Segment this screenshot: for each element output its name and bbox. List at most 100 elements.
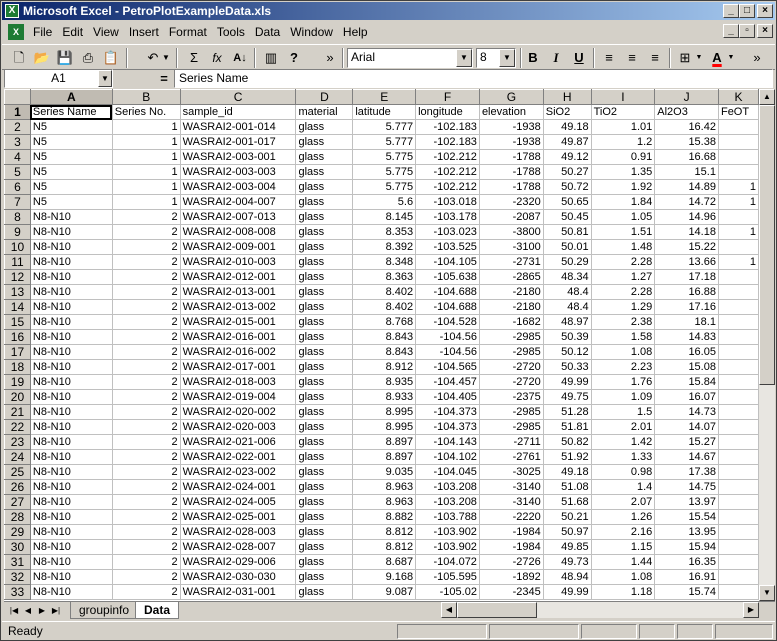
cell[interactable]: -105.02 (415, 584, 480, 600)
cell[interactable]: N8-N10 (29, 374, 113, 390)
cell[interactable]: 15.54 (654, 509, 719, 525)
cell[interactable]: WASRAI2-013-002 (179, 299, 297, 315)
cell[interactable]: glass (295, 224, 354, 240)
cell[interactable]: WASRAI2-003-004 (179, 179, 297, 195)
cell[interactable]: 13.66 (654, 254, 719, 270)
cell[interactable]: 1.44 (590, 554, 656, 570)
row-header[interactable]: 4 (4, 149, 31, 165)
cell[interactable]: 2 (111, 539, 181, 555)
cell[interactable]: -2720 (478, 359, 544, 375)
cell[interactable]: -103.018 (415, 194, 480, 210)
cell[interactable]: 15.84 (654, 374, 719, 390)
cell[interactable]: 16.88 (654, 284, 719, 300)
row-header[interactable]: 5 (4, 164, 31, 180)
cell[interactable]: 49.12 (542, 149, 592, 165)
print-icon[interactable]: ⎙ (77, 48, 99, 68)
vertical-scrollbar[interactable]: ▲ ▼ (759, 89, 775, 601)
cell[interactable] (717, 374, 759, 390)
undo-dropdown-icon[interactable]: ▼ (160, 48, 172, 68)
cell[interactable]: 48.34 (542, 269, 592, 285)
cell[interactable]: WASRAI2-012-001 (179, 269, 297, 285)
cell[interactable]: N5 (29, 119, 113, 135)
cell[interactable]: 49.18 (542, 119, 592, 135)
cell[interactable]: -104.102 (415, 449, 480, 465)
cell[interactable]: WASRAI2-024-005 (179, 494, 297, 510)
cell[interactable]: 8.897 (352, 434, 417, 450)
row-header[interactable]: 1 (4, 104, 31, 120)
cell[interactable] (717, 464, 759, 480)
cell[interactable]: WASRAI2-019-004 (179, 389, 297, 405)
cell[interactable]: 1 (717, 179, 759, 195)
cell[interactable]: 8.995 (352, 404, 417, 420)
cell[interactable]: 51.68 (542, 494, 592, 510)
cell[interactable]: N8-N10 (29, 329, 113, 345)
cell[interactable]: WASRAI2-016-002 (179, 344, 297, 360)
cell[interactable]: 8.812 (352, 539, 417, 555)
cell[interactable]: N5 (29, 194, 113, 210)
align-left-icon[interactable]: ≡ (598, 48, 620, 68)
prev-sheet-icon[interactable]: ◀ (21, 603, 35, 618)
row-header[interactable]: 13 (4, 284, 31, 300)
cell[interactable]: 1.05 (590, 209, 656, 225)
row-header[interactable]: 26 (4, 479, 31, 495)
cell[interactable]: 17.38 (654, 464, 719, 480)
cell[interactable]: 2 (111, 404, 181, 420)
cell[interactable]: 2 (111, 494, 181, 510)
cell[interactable]: 14.67 (654, 449, 719, 465)
cell[interactable]: N8-N10 (29, 344, 113, 360)
cell[interactable]: N8-N10 (29, 524, 113, 540)
cell[interactable]: 1.29 (590, 299, 656, 315)
cell[interactable]: 8.812 (352, 524, 417, 540)
cell[interactable]: 1.33 (590, 449, 656, 465)
cell[interactable]: 48.94 (542, 569, 592, 585)
cell[interactable]: TiO2 (590, 104, 656, 120)
cell[interactable]: 2 (111, 584, 181, 600)
row-header[interactable]: 15 (4, 314, 31, 330)
column-header-b[interactable]: B (111, 89, 181, 105)
doc-minimize-button[interactable]: _ (723, 24, 739, 38)
cell[interactable]: -102.183 (415, 119, 480, 135)
cell[interactable]: WASRAI2-025-001 (179, 509, 297, 525)
cell[interactable]: glass (295, 569, 354, 585)
borders-icon[interactable]: ⊞ (674, 48, 696, 68)
cell[interactable]: 15.27 (654, 434, 719, 450)
cell[interactable]: N8-N10 (29, 299, 113, 315)
font-color-dropdown-icon[interactable]: ▼ (726, 48, 736, 68)
cell[interactable]: N8-N10 (29, 404, 113, 420)
cell[interactable]: glass (295, 524, 354, 540)
cell[interactable]: glass (295, 419, 354, 435)
cell[interactable]: 1.08 (590, 344, 656, 360)
cell[interactable]: WASRAI2-001-014 (179, 119, 297, 135)
cell[interactable]: glass (295, 464, 354, 480)
menu-format[interactable]: Format (164, 22, 212, 42)
cell[interactable]: 51.28 (542, 404, 592, 420)
borders-dropdown-icon[interactable]: ▼ (694, 48, 704, 68)
menu-view[interactable]: View (88, 22, 124, 42)
cell[interactable] (717, 479, 759, 495)
cell[interactable]: 2 (111, 269, 181, 285)
cell[interactable]: WASRAI2-028-007 (179, 539, 297, 555)
cell[interactable]: glass (295, 494, 354, 510)
cell[interactable]: N8-N10 (29, 209, 113, 225)
cell[interactable]: 8.363 (352, 269, 417, 285)
cell[interactable]: 1 (111, 179, 181, 195)
cell[interactable]: 49.18 (542, 464, 592, 480)
cell[interactable]: -104.373 (415, 404, 480, 420)
menu-file[interactable]: File (28, 22, 57, 42)
vertical-scroll-thumb[interactable] (759, 105, 775, 385)
cell[interactable]: -105.595 (415, 569, 480, 585)
column-header-j[interactable]: J (654, 89, 719, 105)
cell[interactable]: 2.07 (590, 494, 656, 510)
cell[interactable]: WASRAI2-020-003 (179, 419, 297, 435)
cell[interactable]: 8.933 (352, 389, 417, 405)
menu-insert[interactable]: Insert (124, 22, 164, 42)
cell[interactable]: 15.38 (654, 134, 719, 150)
cell[interactable] (717, 389, 759, 405)
cell[interactable]: 15.94 (654, 539, 719, 555)
cell[interactable]: WASRAI2-031-001 (179, 584, 297, 600)
insert-function-icon[interactable]: fx (206, 48, 228, 68)
row-header[interactable]: 27 (4, 494, 31, 510)
row-header[interactable]: 10 (4, 239, 31, 255)
cell[interactable]: glass (295, 284, 354, 300)
cell[interactable]: 2 (111, 509, 181, 525)
